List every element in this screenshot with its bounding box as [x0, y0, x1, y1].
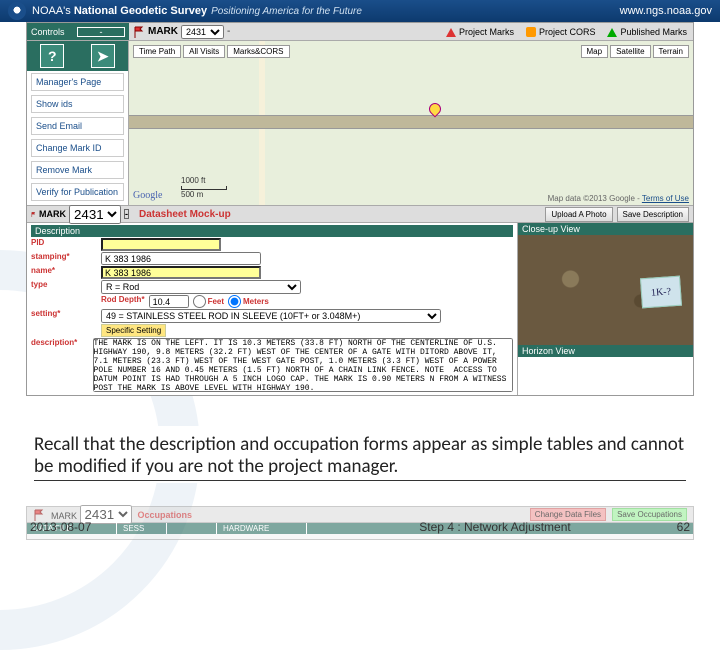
site-url: www.ngs.noaa.gov — [620, 5, 712, 17]
mark-collapse-icon[interactable]: - — [227, 26, 230, 37]
sidebar-item-verify[interactable]: Verify for Publication — [31, 183, 124, 201]
top-toolbar: Controls - MARK 2431 - Project Marks Pro… — [27, 23, 693, 41]
noaa-header: NOAA's National Geodetic SurveyPositioni… — [0, 0, 720, 22]
upload-photo-button[interactable]: Upload A Photo — [545, 207, 612, 222]
sidebar-top: ? ➤ — [27, 41, 128, 71]
photo-tag: 1K-? — [640, 276, 682, 309]
arrow-button[interactable]: ➤ — [91, 44, 115, 68]
terms-link[interactable]: Terms of Use — [642, 194, 689, 203]
slide-footer: 2013-08-07 Step 4 : Network Adjustment 6… — [30, 520, 690, 534]
map-btn-terrain[interactable]: Terrain — [653, 45, 689, 58]
closeup-photo[interactable]: 1K-? — [518, 235, 693, 345]
name-field[interactable] — [101, 266, 261, 279]
ds-collapse-icon[interactable]: - — [124, 209, 129, 219]
feet-radio[interactable]: Feet — [193, 295, 224, 308]
horizon-photo[interactable] — [518, 357, 693, 395]
meters-radio[interactable]: Meters — [228, 295, 269, 308]
flag-icon — [133, 26, 145, 38]
map-view-left: Time Path All Visits Marks&CORS — [133, 45, 290, 58]
stamping-field[interactable] — [101, 252, 261, 265]
rod-depth-field[interactable] — [149, 295, 189, 308]
map-canvas[interactable]: Time Path All Visits Marks&CORS Map Sate… — [129, 41, 693, 205]
right-panel: Close-up View 1K-? Horizon View — [517, 223, 693, 395]
map-pin-icon[interactable] — [429, 103, 439, 119]
mark-selector: MARK 2431 - — [129, 23, 234, 40]
map-attribution: Map data ©2013 Google - Terms of Use — [548, 194, 689, 203]
controls-panel-header[interactable]: Controls - — [27, 23, 129, 40]
save-description-button[interactable]: Save Description — [617, 207, 689, 222]
legend-published-marks: Published Marks — [601, 23, 693, 40]
collapse-icon[interactable]: - — [77, 27, 125, 37]
map-btn-timepath[interactable]: Time Path — [133, 45, 181, 58]
description-textarea[interactable]: THE MARK IS ON THE LEFT. IT IS 10.3 METE… — [93, 338, 513, 392]
horizon-header: Horizon View — [518, 345, 693, 357]
type-select[interactable]: R = Rod — [101, 280, 301, 294]
map-btn-markscors[interactable]: Marks&CORS — [227, 45, 289, 58]
sidebar: ? ➤ Manager's Page Show ids Send Email C… — [27, 41, 129, 205]
closeup-header: Close-up View — [518, 223, 693, 235]
flag-icon — [33, 509, 45, 521]
map-scale: 1000 ft500 m — [181, 176, 227, 199]
map-btn-allvisits[interactable]: All Visits — [183, 45, 225, 58]
datasheet-toolbar: MARK 2431 - Datasheet Mock-up Upload A P… — [27, 205, 693, 223]
project-marks-icon — [446, 23, 456, 37]
specific-setting-button[interactable]: Specific Setting — [101, 324, 166, 337]
legend-project-marks: Project Marks — [440, 23, 520, 40]
map-btn-satellite[interactable]: Satellite — [610, 45, 650, 58]
published-marks-icon — [607, 23, 617, 37]
sidebar-item-managers[interactable]: Manager's Page — [31, 73, 124, 91]
pid-field[interactable] — [101, 238, 221, 251]
noaa-logo-icon — [8, 2, 26, 20]
sidebar-item-changeid[interactable]: Change Mark ID — [31, 139, 124, 157]
sidebar-item-remove[interactable]: Remove Mark — [31, 161, 124, 179]
datasheet-title: Datasheet Mock-up — [139, 209, 231, 220]
google-logo: Google — [133, 190, 162, 201]
footer-page: 62 — [650, 520, 690, 534]
sidebar-item-email[interactable]: Send Email — [31, 117, 124, 135]
description-form: Description PID stamping* name* typeR = … — [27, 223, 517, 395]
footer-step: Step 4 : Network Adjustment — [340, 520, 650, 534]
slide-caption: Recall that the description and occupati… — [24, 426, 696, 483]
help-button[interactable]: ? — [40, 44, 64, 68]
description-header: Description — [31, 225, 513, 237]
map-view-right: Map Satellite Terrain — [581, 45, 689, 58]
footer-date: 2013-08-07 — [30, 520, 340, 534]
map-btn-map[interactable]: Map — [581, 45, 609, 58]
project-cors-icon — [526, 27, 536, 37]
ds-mark-dropdown[interactable]: 2431 — [69, 205, 121, 224]
flag-icon — [31, 212, 36, 217]
mark-dropdown[interactable]: 2431 — [181, 25, 224, 39]
sidebar-item-showids[interactable]: Show ids — [31, 95, 124, 113]
app-window: Controls - MARK 2431 - Project Marks Pro… — [26, 22, 694, 396]
setting-select[interactable]: 49 = STAINLESS STEEL ROD IN SLEEVE (10FT… — [101, 309, 441, 323]
legend-project-cors: Project CORS — [520, 23, 602, 40]
